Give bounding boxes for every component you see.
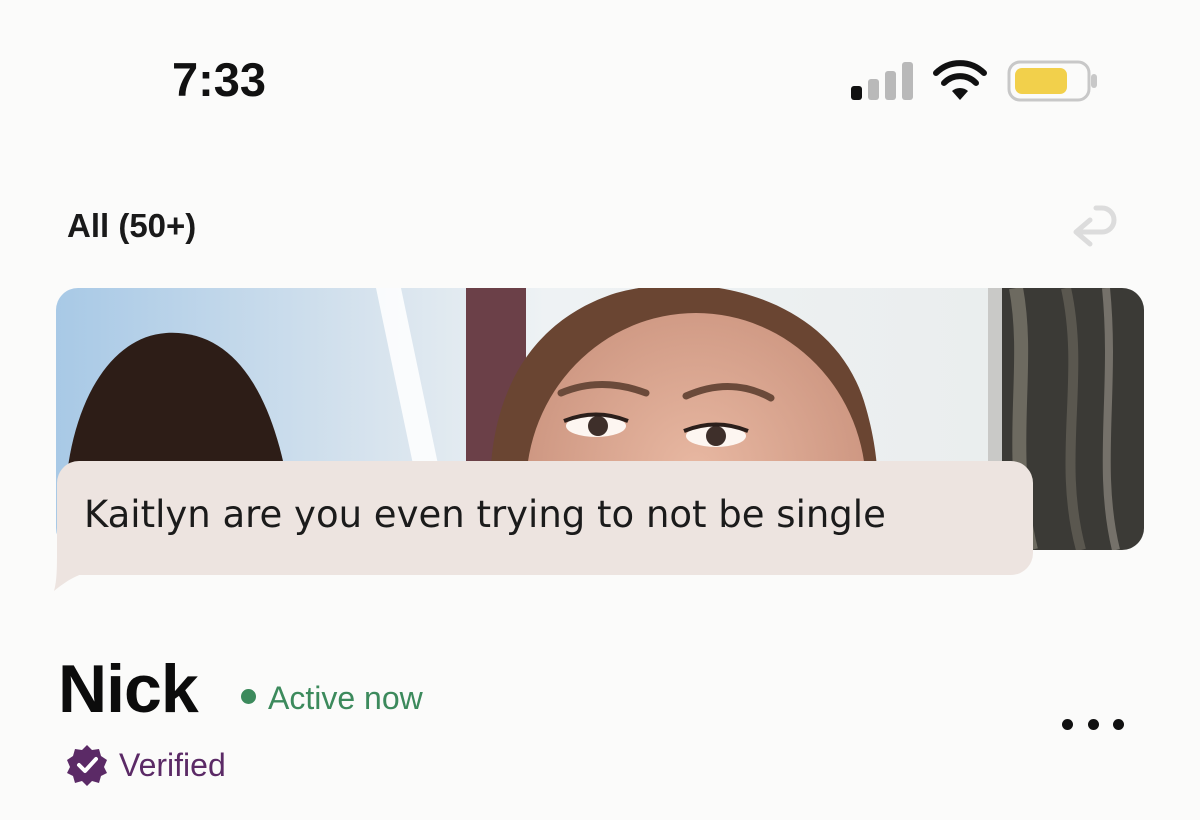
wifi-icon — [933, 60, 987, 100]
message-bubble: Kaitlyn are you even trying to not be si… — [54, 461, 1034, 596]
more-options-icon[interactable] — [1062, 706, 1124, 742]
more-dot — [1113, 718, 1124, 730]
profile-name: Nick — [58, 651, 199, 727]
battery-icon — [1007, 60, 1097, 102]
more-dot — [1087, 718, 1099, 730]
verified-badge-icon — [67, 745, 107, 786]
more-dot — [1062, 718, 1073, 730]
cellular-signal-icon — [851, 62, 913, 100]
undo-arrow-icon[interactable] — [1070, 204, 1120, 250]
active-status-dot — [241, 689, 256, 704]
message-text: Kaitlyn are you even trying to not be si… — [84, 493, 886, 536]
filter-all-tab[interactable]: All (50+) — [67, 207, 196, 245]
verified-label: Verified — [119, 747, 226, 783]
status-time: 7:33 — [172, 53, 267, 106]
active-status-text: Active now — [268, 680, 423, 716]
